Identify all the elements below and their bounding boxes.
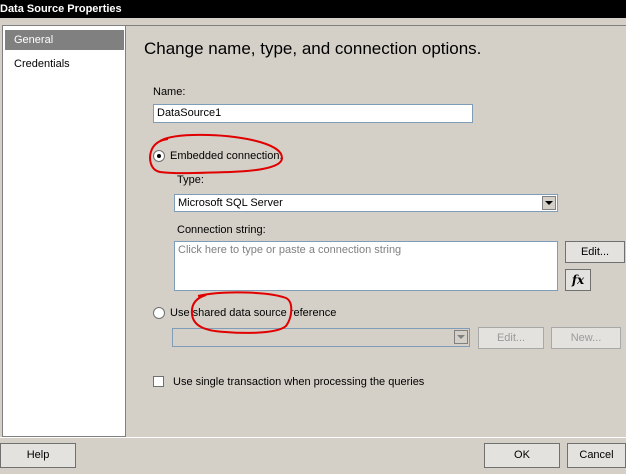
embedded-connection-radio[interactable] [153,150,165,162]
name-input-value: DataSource1 [157,107,222,119]
ok-button-label: OK [514,449,530,461]
type-label: Type: [177,174,204,186]
name-input[interactable]: DataSource1 [153,104,473,123]
help-button[interactable]: Help [0,443,76,468]
sidebar-item-credentials[interactable]: Credentials [5,54,124,74]
cancel-button-label: Cancel [579,449,614,461]
connection-string-label: Connection string: [177,224,266,236]
ok-button[interactable]: OK [484,443,560,468]
shared-data-source-select[interactable] [172,328,470,347]
expression-button[interactable]: fx [565,269,591,291]
name-label: Name: [153,86,186,98]
type-select-value: Microsoft SQL Server [178,197,283,209]
edit-connection-button[interactable]: Edit... [565,241,625,263]
footer-divider [0,437,626,438]
shared-data-source-label: Use shared data source reference [170,307,337,319]
radio-selected-dot [157,154,161,158]
help-button-label: Help [26,449,50,461]
sidebar: General Credentials [2,25,126,437]
shared-dropdown-button[interactable] [454,330,468,344]
cancel-button[interactable]: Cancel [567,443,626,468]
sidebar-item-label: General [14,34,54,46]
chevron-down-icon [457,335,465,339]
connection-string-input[interactable]: Click here to type or paste a connection… [174,241,558,291]
embedded-connection-label: Embedded connection: [170,150,283,162]
type-select[interactable]: Microsoft SQL Server [174,194,558,212]
shared-edit-button[interactable]: Edit... [478,327,544,349]
sidebar-item-general[interactable]: General [5,30,124,50]
type-dropdown-button[interactable] [542,196,556,210]
single-transaction-checkbox[interactable] [153,376,164,387]
fx-icon: fx [571,273,585,287]
shared-new-button[interactable]: New... [551,327,621,349]
shared-new-label: New... [570,332,602,344]
connection-string-placeholder: Click here to type or paste a connection… [178,244,402,256]
shared-data-source-radio[interactable] [153,307,165,319]
sidebar-item-label: Credentials [14,58,70,70]
title-bar: Data Source Properties [0,0,626,18]
single-transaction-label: Use single transaction when processing t… [173,376,425,388]
shared-edit-label: Edit... [496,332,526,344]
window-title: Data Source Properties [0,3,122,15]
edit-button-label: Edit... [580,246,610,258]
page-heading: Change name, type, and connection option… [144,39,482,58]
chevron-down-icon [545,201,553,205]
